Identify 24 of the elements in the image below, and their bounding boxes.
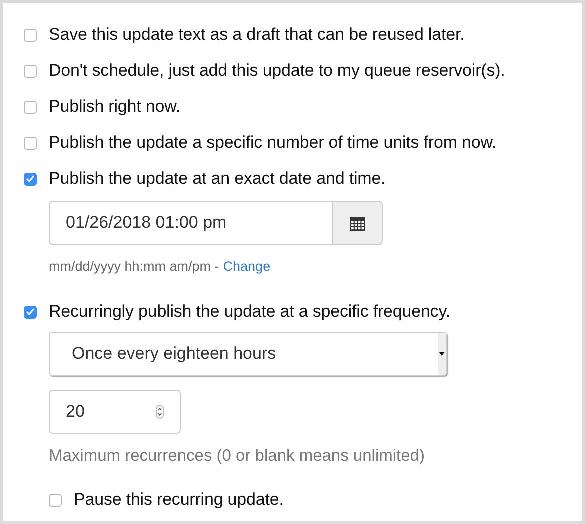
option-label: Recurringly publish the update at a specific frequency. — [49, 302, 450, 322]
option-label: Save this update text as a draft that can be reused later. — [49, 25, 465, 45]
checkbox[interactable] — [24, 28, 37, 42]
checkbox[interactable] — [24, 64, 37, 78]
checkbox[interactable] — [24, 136, 37, 150]
spinner-icon[interactable] — [156, 405, 164, 419]
checkbox[interactable] — [49, 494, 62, 506]
checkbox[interactable] — [24, 306, 37, 318]
date-time-field[interactable]: 01/26/2018 01:00 pm — [49, 201, 332, 245]
max-recurrences-hint: Maximum recurrences (0 or blank means unlimited) — [49, 447, 426, 466]
checkbox[interactable] — [24, 100, 37, 114]
change-link[interactable]: Change — [223, 259, 271, 274]
option-label: Publish the update at an exact date and time. — [49, 169, 386, 189]
max-recurrences-field[interactable]: 20 — [49, 390, 181, 434]
checkbox[interactable] — [24, 172, 37, 186]
format-hint: mm/dd/yyyy hh:mm am/pm - — [49, 259, 220, 274]
caret-icon — [438, 333, 446, 375]
option-label: Publish the update a specific number of time units from now. — [49, 133, 497, 153]
option-label: Don't schedule, just add this update to my queue reservoir(s). — [49, 61, 506, 81]
pause-label: Pause this recurring update. — [74, 490, 284, 510]
calendar-button[interactable] — [332, 201, 383, 245]
option-label: Publish right now. — [49, 97, 180, 117]
frequency-select[interactable]: Once every eighteen hours — [49, 332, 447, 376]
calendar-icon — [349, 214, 366, 232]
